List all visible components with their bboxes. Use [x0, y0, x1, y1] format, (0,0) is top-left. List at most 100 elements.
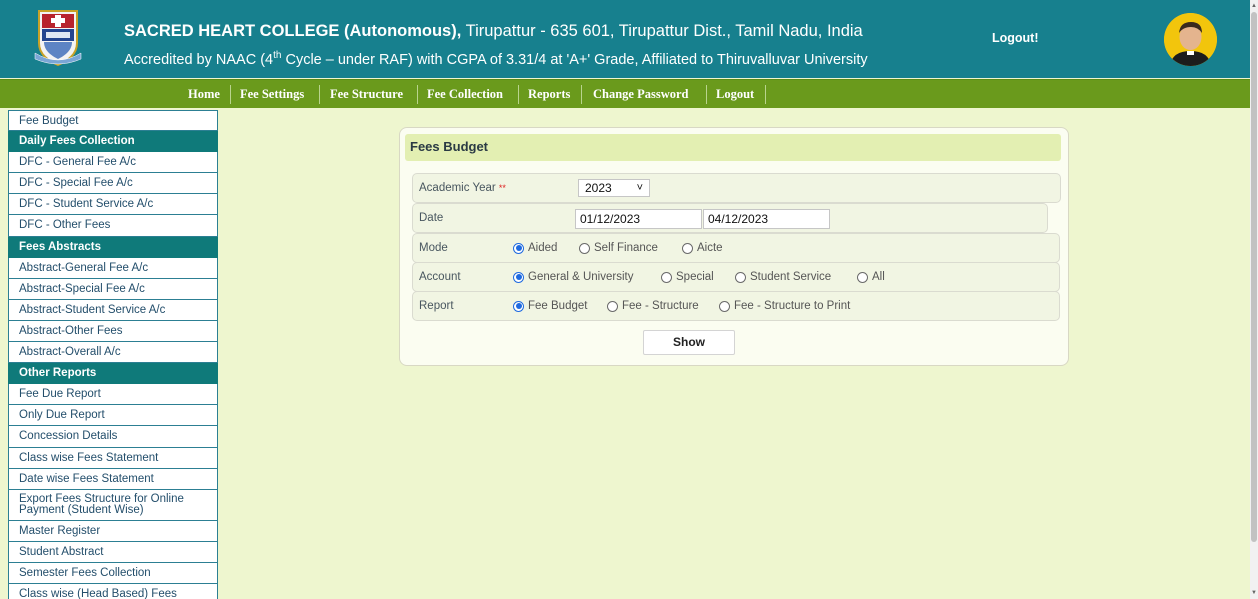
- sidebar-item-abstract-general[interactable]: Abstract-General Fee A/c: [8, 257, 218, 279]
- sidebar-item-dfc-student-service[interactable]: DFC - Student Service A/c: [8, 194, 218, 216]
- academic-year-label-text: Academic Year: [419, 182, 496, 194]
- sidebar-item-class-wise-head-based-fees[interactable]: Class wise (Head Based) Fees: [8, 583, 218, 599]
- report-radio-fee-structure[interactable]: Fee - Structure: [607, 300, 699, 312]
- mode-option-label: Aicte: [697, 242, 723, 254]
- academic-year-select[interactable]: 2023 ˅: [578, 179, 650, 197]
- scroll-thumb[interactable]: [1251, 12, 1257, 542]
- account-option-label: Special: [676, 271, 714, 283]
- sidebar-item-abstract-special[interactable]: Abstract-Special Fee A/c: [8, 278, 218, 300]
- date-row: Date 01/12/2023 04/12/2023: [412, 203, 1048, 233]
- nav-fee-structure[interactable]: Fee Structure: [330, 80, 403, 109]
- chevron-down-icon: ˅: [636, 182, 643, 194]
- report-option-label: Fee - Structure to Print: [734, 300, 851, 312]
- nav-divider: [417, 85, 418, 104]
- academic-year-label: Academic Year **: [419, 182, 506, 194]
- sidebar-item-dfc-general[interactable]: DFC - General Fee A/c: [8, 152, 218, 174]
- account-option-label: All: [872, 271, 885, 283]
- academic-year-value: 2023: [585, 181, 612, 195]
- sidebar-item-date-wise-fees-statement[interactable]: Date wise Fees Statement: [8, 468, 218, 490]
- nav-change-password[interactable]: Change Password: [593, 80, 689, 109]
- academic-year-row: Academic Year ** 2023 ˅: [412, 173, 1061, 203]
- mode-radio-aided[interactable]: Aided: [513, 242, 557, 254]
- sidebar-item-fee-budget[interactable]: Fee Budget: [8, 110, 218, 132]
- panel-title: Fees Budget: [410, 139, 489, 154]
- nav-fee-collection[interactable]: Fee Collection: [427, 80, 503, 109]
- college-title: SACRED HEART COLLEGE (Autonomous), Tirup…: [124, 22, 863, 41]
- sidebar-heading-fees-abstracts: Fees Abstracts: [8, 236, 218, 258]
- scroll-down-icon[interactable]: ▼: [1251, 589, 1257, 597]
- sidebar-item-abstract-other-fees[interactable]: Abstract-Other Fees: [8, 320, 218, 343]
- radio-icon: [719, 300, 730, 312]
- header-logout-link[interactable]: Logout!: [992, 31, 1039, 45]
- sidebar-item-only-due-report[interactable]: Only Due Report: [8, 405, 218, 427]
- sidebar-item-master-register[interactable]: Master Register: [8, 520, 218, 542]
- header-bar: SACRED HEART COLLEGE (Autonomous), Tirup…: [0, 0, 1250, 78]
- sidebar-item-concession-details[interactable]: Concession Details: [8, 426, 218, 448]
- sidebar-item-student-abstract[interactable]: Student Abstract: [8, 541, 218, 563]
- radio-icon: [857, 271, 868, 283]
- accred-post: Cycle – under RAF) with CGPA of 3.31/4 a…: [281, 51, 868, 68]
- nav-divider: [706, 85, 707, 104]
- report-radio-fee-structure-print[interactable]: Fee - Structure to Print: [719, 300, 850, 312]
- college-logo-icon: [31, 9, 85, 67]
- account-radio-student-service[interactable]: Student Service: [735, 271, 831, 283]
- account-option-label: General & University: [528, 271, 634, 283]
- report-row: Report Fee Budget Fee - Structure Fee - …: [412, 291, 1060, 321]
- account-label: Account: [419, 271, 461, 283]
- mode-radio-self-finance[interactable]: Self Finance: [579, 242, 658, 254]
- radio-selected-icon: [513, 271, 524, 283]
- radio-icon: [607, 300, 618, 312]
- report-label: Report: [419, 300, 454, 312]
- date-to-input[interactable]: 04/12/2023: [703, 209, 830, 229]
- radio-icon: [735, 271, 746, 283]
- main-nav: Home Fee Settings Fee Structure Fee Coll…: [0, 79, 1250, 108]
- accreditation-text: Accredited by NAAC (4th Cycle – under RA…: [124, 50, 868, 68]
- sidebar-item-abstract-overall[interactable]: Abstract-Overall A/c: [8, 342, 218, 364]
- account-option-label: Student Service: [750, 271, 832, 283]
- nav-divider: [765, 85, 766, 104]
- radio-icon: [682, 242, 693, 254]
- sidebar-heading-other-reports: Other Reports: [8, 363, 218, 385]
- sidebar-item-fee-due-report[interactable]: Fee Due Report: [8, 384, 218, 406]
- report-option-label: Fee Budget: [528, 300, 588, 312]
- page-scrollbar[interactable]: ▲ ▼: [1250, 0, 1258, 599]
- college-name: SACRED HEART COLLEGE (Autonomous),: [124, 22, 462, 40]
- nav-divider: [581, 85, 582, 104]
- account-row: Account General & University Special Stu…: [412, 262, 1060, 292]
- sidebar-heading-daily-fees-collection: Daily Fees Collection: [8, 131, 218, 153]
- nav-home[interactable]: Home: [188, 80, 220, 109]
- college-location: Tirupattur - 635 601, Tirupattur Dist., …: [461, 22, 863, 40]
- sidebar-menu: Fee Budget Daily Fees Collection DFC - G…: [8, 110, 218, 599]
- accred-pre: Accredited by NAAC (4: [124, 51, 274, 68]
- mode-radio-aicte[interactable]: Aicte: [682, 242, 723, 254]
- radio-selected-icon: [513, 242, 524, 254]
- nav-divider: [518, 85, 519, 104]
- sidebar-item-abstract-student-service[interactable]: Abstract-Student Service A/c: [8, 299, 218, 321]
- report-radio-fee-budget[interactable]: Fee Budget: [513, 300, 587, 312]
- required-mark: **: [498, 183, 506, 193]
- account-radio-all[interactable]: All: [857, 271, 885, 283]
- nav-reports[interactable]: Reports: [528, 80, 570, 109]
- nav-divider: [319, 85, 320, 104]
- sidebar-item-dfc-special[interactable]: DFC - Special Fee A/c: [8, 173, 218, 195]
- nav-divider: [230, 85, 231, 104]
- date-from-input[interactable]: 01/12/2023: [575, 209, 702, 229]
- radio-icon: [579, 242, 590, 254]
- sidebar-item-semester-fees-collection[interactable]: Semester Fees Collection: [8, 562, 218, 584]
- nav-fee-settings[interactable]: Fee Settings: [240, 80, 304, 109]
- radio-icon: [661, 271, 672, 283]
- report-option-label: Fee - Structure: [622, 300, 699, 312]
- mode-row: Mode Aided Self Finance Aicte: [412, 233, 1060, 263]
- sidebar-item-dfc-other-fees[interactable]: DFC - Other Fees: [8, 215, 218, 237]
- mode-option-label: Self Finance: [594, 242, 658, 254]
- show-button[interactable]: Show: [643, 330, 735, 355]
- sidebar-item-class-wise-fees-statement[interactable]: Class wise Fees Statement: [8, 447, 218, 469]
- mode-option-label: Aided: [528, 242, 558, 254]
- nav-logout[interactable]: Logout: [716, 80, 754, 109]
- radio-selected-icon: [513, 300, 524, 312]
- account-radio-special[interactable]: Special: [661, 271, 714, 283]
- scroll-up-icon[interactable]: ▲: [1251, 2, 1257, 10]
- mode-label: Mode: [419, 242, 448, 254]
- account-radio-general[interactable]: General & University: [513, 271, 633, 283]
- sidebar-item-export-fees-structure[interactable]: Export Fees Structure for Online Payment…: [8, 489, 218, 521]
